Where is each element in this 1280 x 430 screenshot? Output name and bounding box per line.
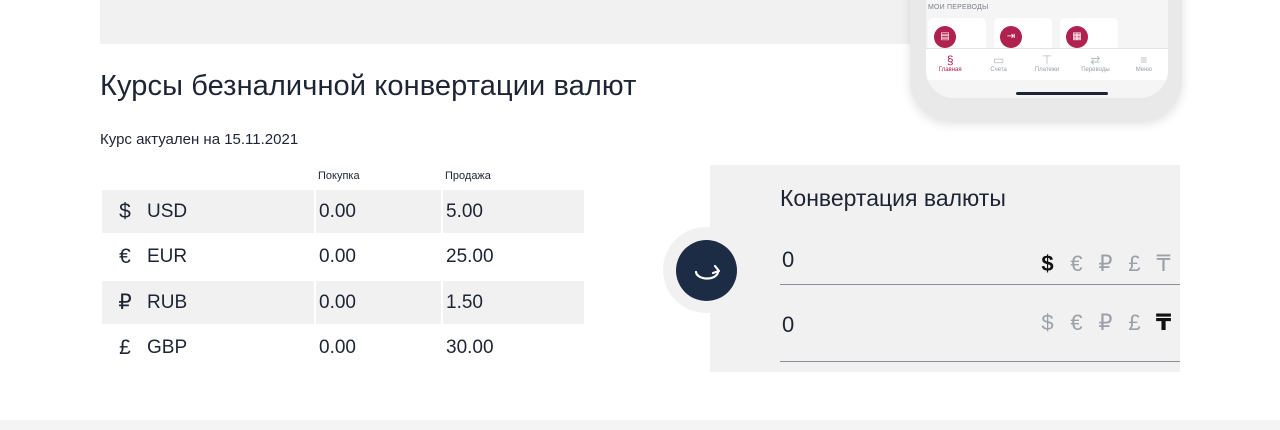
phone-tab-menu: ≡ Меню (1120, 49, 1168, 80)
card-icon: ▭ (992, 53, 1005, 67)
currency-option-eur[interactable]: € (1062, 251, 1091, 277)
phone-tab-label: Главная (938, 67, 962, 73)
tenge-circle-icon: ⊤ (1041, 53, 1053, 67)
currency-code: EUR (147, 246, 188, 267)
swap-arrow-icon (694, 264, 721, 280)
rate-row-usd: $ USD 0.00 5.00 (102, 190, 584, 233)
phone-card: ▤ (928, 18, 986, 52)
currency-option-kzt[interactable]: ₸ (1149, 251, 1178, 277)
currency-option-kzt[interactable]: ₸ (1149, 310, 1178, 336)
sell-rate: 30.00 (446, 337, 494, 358)
buy-rate: 0.00 (316, 190, 441, 233)
phone-mockup: МОИ ПЕРЕВОДЫ ▤ ⇥ ▦ § Главная ▭ Счета ⊤ Плат… (910, 0, 1182, 120)
phone-tab-home: § Главная (926, 49, 974, 80)
buy-rate: 0.00 (319, 246, 356, 267)
rate-row-eur: € EUR 0.00 25.00 (102, 235, 584, 278)
rates-date-note: Курс актуален на 15.11.2021 (100, 131, 299, 148)
currency-cell: € EUR (102, 235, 314, 278)
currency-code: RUB (147, 292, 188, 313)
currency-option-usd[interactable]: $ (1033, 251, 1062, 277)
currency-code: GBP (147, 337, 188, 358)
buy-rate: 0.00 (319, 337, 356, 358)
phone-tab-bar: § Главная ▭ Счета ⊤ Платежи ⇄ Переводы ≡ Меню (926, 48, 1168, 80)
rate-row-rub: ₽ RUB 0.00 1.50 (102, 281, 584, 324)
column-header-sell: Продажа (445, 170, 491, 182)
sell-rate: 25.00 (446, 246, 494, 267)
currency-cell: $ USD (102, 190, 314, 233)
phone-tab-label: Счета (990, 67, 1007, 73)
document-icon: ▦ (1066, 26, 1088, 48)
page-title: Курсы безналичной конвертации валют (100, 70, 637, 102)
ruble-icon: ₽ (118, 291, 132, 314)
phone-card: ▦ (1060, 18, 1118, 52)
currency-option-gbp[interactable]: £ (1120, 251, 1149, 277)
phone-tab-label: Переводы (1081, 67, 1110, 73)
menu-icon: ≡ (1140, 53, 1148, 67)
converter-title: Конвертация валюты (780, 185, 1006, 211)
home-icon: § (946, 53, 954, 67)
phone-card: ⇥ (994, 18, 1052, 52)
pound-icon: £ (119, 336, 131, 359)
top-banner-strip (100, 0, 920, 44)
converter-from-row: 0 $ € ₽ £ ₸ (780, 229, 1180, 285)
currency-option-usd[interactable]: $ (1033, 310, 1062, 336)
currency-option-gbp[interactable]: £ (1120, 310, 1149, 336)
column-header-buy: Покупка (318, 170, 360, 182)
from-amount-input[interactable]: 0 (782, 247, 794, 273)
euro-icon: € (119, 245, 131, 268)
sell-rate: 1.50 (443, 281, 584, 324)
sell-rate: 5.00 (443, 190, 584, 233)
currency-option-rub[interactable]: ₽ (1091, 251, 1120, 277)
transfer-card-icon: ⇥ (1000, 26, 1022, 48)
to-amount-input[interactable]: 0 (782, 312, 794, 338)
from-currency-picker: $ € ₽ £ ₸ (1033, 251, 1178, 277)
phone-tab-transfers: ⇄ Переводы (1071, 49, 1119, 80)
currency-cell: ₽ RUB (102, 281, 314, 324)
dollar-icon: $ (119, 200, 131, 223)
currency-converter: Конвертация валюты 0 $ € ₽ £ ₸ 0 $ € ₽ £… (710, 165, 1180, 372)
currency-option-eur[interactable]: € (1062, 310, 1091, 336)
home-indicator (1016, 92, 1108, 95)
to-currency-picker: $ € ₽ £ ₸ (1033, 310, 1178, 336)
currency-code: USD (147, 201, 188, 222)
phone-tab-payments: ⊤ Платежи (1023, 49, 1071, 80)
swap-currencies-button[interactable] (676, 240, 737, 301)
buy-rate: 0.00 (316, 281, 441, 324)
contact-card-icon: ▤ (934, 26, 956, 48)
phone-section-label: МОИ ПЕРЕВОДЫ (928, 4, 989, 11)
footer-strip (0, 420, 1280, 430)
phone-tab-label: Меню (1135, 67, 1152, 73)
phone-screen: МОИ ПЕРЕВОДЫ ▤ ⇥ ▦ § Главная ▭ Счета ⊤ Плат… (926, 0, 1168, 98)
transfer-icon: ⇄ (1090, 53, 1101, 67)
phone-tab-label: Платежи (1034, 67, 1060, 73)
converter-to-row: 0 $ € ₽ £ ₸ (780, 306, 1180, 362)
currency-cell: £ GBP (102, 326, 314, 369)
phone-tab-accounts: ▭ Счета (974, 49, 1022, 80)
rate-row-gbp: £ GBP 0.00 30.00 (102, 326, 584, 369)
currency-option-rub[interactable]: ₽ (1091, 310, 1120, 336)
